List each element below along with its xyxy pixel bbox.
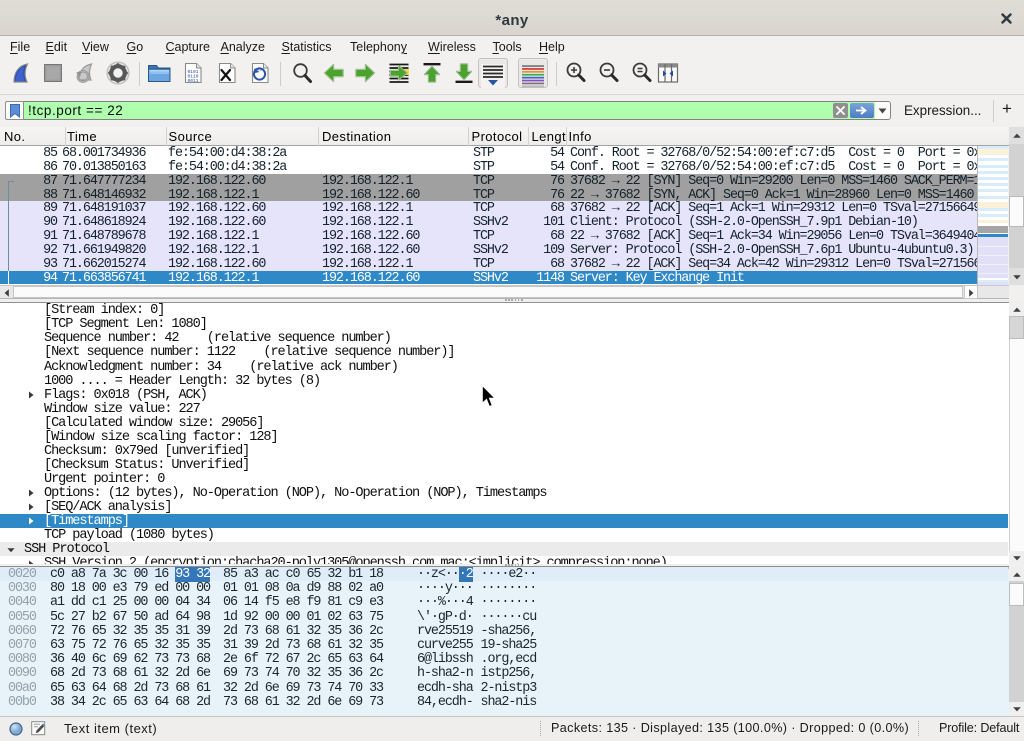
svg-text:0011: 0011: [188, 78, 199, 84]
